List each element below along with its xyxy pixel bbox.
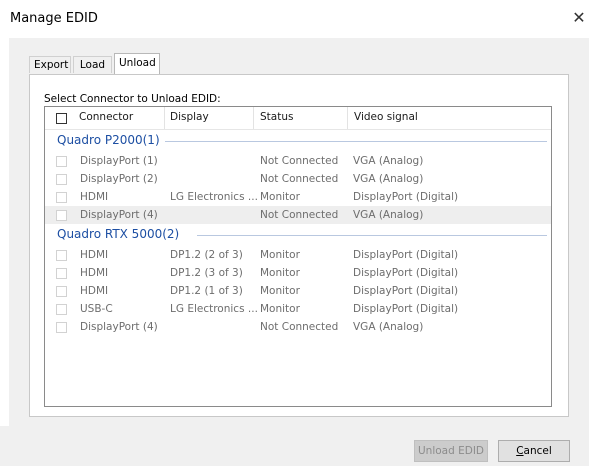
status-cell: Monitor <box>260 249 300 261</box>
status-cell: Monitor <box>260 191 300 203</box>
tab-unload[interactable]: Unload <box>114 53 160 74</box>
display-cell: DP1.2 (3 of 3) <box>170 267 243 279</box>
video-signal-cell: DisplayPort (Digital) <box>353 267 459 279</box>
status-cell: Monitor <box>260 267 300 279</box>
connector-cell: HDMI <box>80 191 109 203</box>
connector-list[interactable]: Connector Display Status Video signal Qu… <box>44 106 552 407</box>
column-header-display[interactable]: Display <box>170 111 209 123</box>
video-signal-cell: VGA (Analog) <box>353 321 424 333</box>
title-bar: Manage EDID ✕ <box>0 0 589 38</box>
status-cell: Not Connected <box>260 321 339 333</box>
connector-cell: DisplayPort (4) <box>80 209 158 221</box>
row-checkbox[interactable] <box>56 286 67 297</box>
video-signal-cell: DisplayPort (Digital) <box>353 191 459 203</box>
status-cell: Monitor <box>260 303 300 315</box>
window-title: Manage EDID <box>10 11 98 26</box>
connector-cell: HDMI <box>80 267 109 279</box>
display-cell: LG Electronics ... <box>170 303 258 315</box>
select-all-checkbox[interactable] <box>56 113 67 124</box>
group-header: Quadro P2000(1) <box>57 133 547 150</box>
display-cell: DP1.2 (1 of 3) <box>170 285 243 297</box>
video-signal-cell: VGA (Analog) <box>353 155 424 167</box>
tab-export[interactable]: Export <box>29 56 71 73</box>
row-checkbox[interactable] <box>56 304 67 315</box>
list-header: Connector Display Status Video signal <box>45 107 551 130</box>
connector-cell: DisplayPort (2) <box>80 173 158 185</box>
status-cell: Not Connected <box>260 155 339 167</box>
row-checkbox[interactable] <box>56 192 67 203</box>
column-separator[interactable] <box>253 107 254 129</box>
connector-cell: DisplayPort (1) <box>80 155 158 167</box>
cancel-label: ancel <box>523 445 552 457</box>
list-item[interactable]: USB-C LG Electronics ... Monitor Display… <box>45 300 551 318</box>
column-header-video-signal[interactable]: Video signal <box>354 111 418 123</box>
unload-edid-button[interactable]: Unload EDID <box>414 440 488 462</box>
row-checkbox[interactable] <box>56 174 67 185</box>
column-separator[interactable] <box>347 107 348 129</box>
video-signal-cell: DisplayPort (Digital) <box>353 303 459 315</box>
list-item[interactable]: HDMI DP1.2 (3 of 3) Monitor DisplayPort … <box>45 264 551 282</box>
connector-cell: DisplayPort (4) <box>80 321 158 333</box>
status-cell: Not Connected <box>260 209 339 221</box>
video-signal-cell: VGA (Analog) <box>353 209 424 221</box>
column-header-connector[interactable]: Connector <box>79 111 133 123</box>
tab-load[interactable]: Load <box>73 56 112 73</box>
row-checkbox[interactable] <box>56 250 67 261</box>
list-item[interactable]: HDMI LG Electronics ... Monitor DisplayP… <box>45 188 551 206</box>
connector-cell: HDMI <box>80 249 109 261</box>
video-signal-cell: DisplayPort (Digital) <box>353 285 459 297</box>
list-item[interactable]: DisplayPort (4) Not Connected VGA (Analo… <box>45 206 551 224</box>
group-divider <box>162 141 547 142</box>
group-header: Quadro RTX 5000(2) <box>57 227 547 244</box>
column-separator[interactable] <box>164 107 165 129</box>
video-signal-cell: VGA (Analog) <box>353 173 424 185</box>
row-checkbox[interactable] <box>56 156 67 167</box>
list-item[interactable]: HDMI DP1.2 (1 of 3) Monitor DisplayPort … <box>45 282 551 300</box>
list-item[interactable]: DisplayPort (4) Not Connected VGA (Analo… <box>45 318 551 336</box>
connector-cell: HDMI <box>80 285 109 297</box>
display-cell: LG Electronics ... <box>170 191 258 203</box>
display-cell: DP1.2 (2 of 3) <box>170 249 243 261</box>
group-title: Quadro RTX 5000(2) <box>57 227 185 241</box>
cancel-button[interactable]: Cancel <box>498 440 570 462</box>
list-item[interactable]: DisplayPort (2) Not Connected VGA (Analo… <box>45 170 551 188</box>
status-cell: Monitor <box>260 285 300 297</box>
list-item[interactable]: HDMI DP1.2 (2 of 3) Monitor DisplayPort … <box>45 246 551 264</box>
section-label: Select Connector to Unload EDID: <box>44 93 221 105</box>
status-cell: Not Connected <box>260 173 339 185</box>
group-title: Quadro P2000(1) <box>57 133 165 147</box>
column-header-status[interactable]: Status <box>260 111 293 123</box>
close-icon[interactable]: ✕ <box>570 8 588 27</box>
connector-cell: USB-C <box>80 303 113 315</box>
group-divider <box>197 235 547 236</box>
row-checkbox[interactable] <box>56 268 67 279</box>
row-checkbox[interactable] <box>56 210 67 221</box>
list-item[interactable]: DisplayPort (1) Not Connected VGA (Analo… <box>45 152 551 170</box>
video-signal-cell: DisplayPort (Digital) <box>353 249 459 261</box>
cancel-mnemonic: C <box>516 445 524 457</box>
row-checkbox[interactable] <box>56 322 67 333</box>
